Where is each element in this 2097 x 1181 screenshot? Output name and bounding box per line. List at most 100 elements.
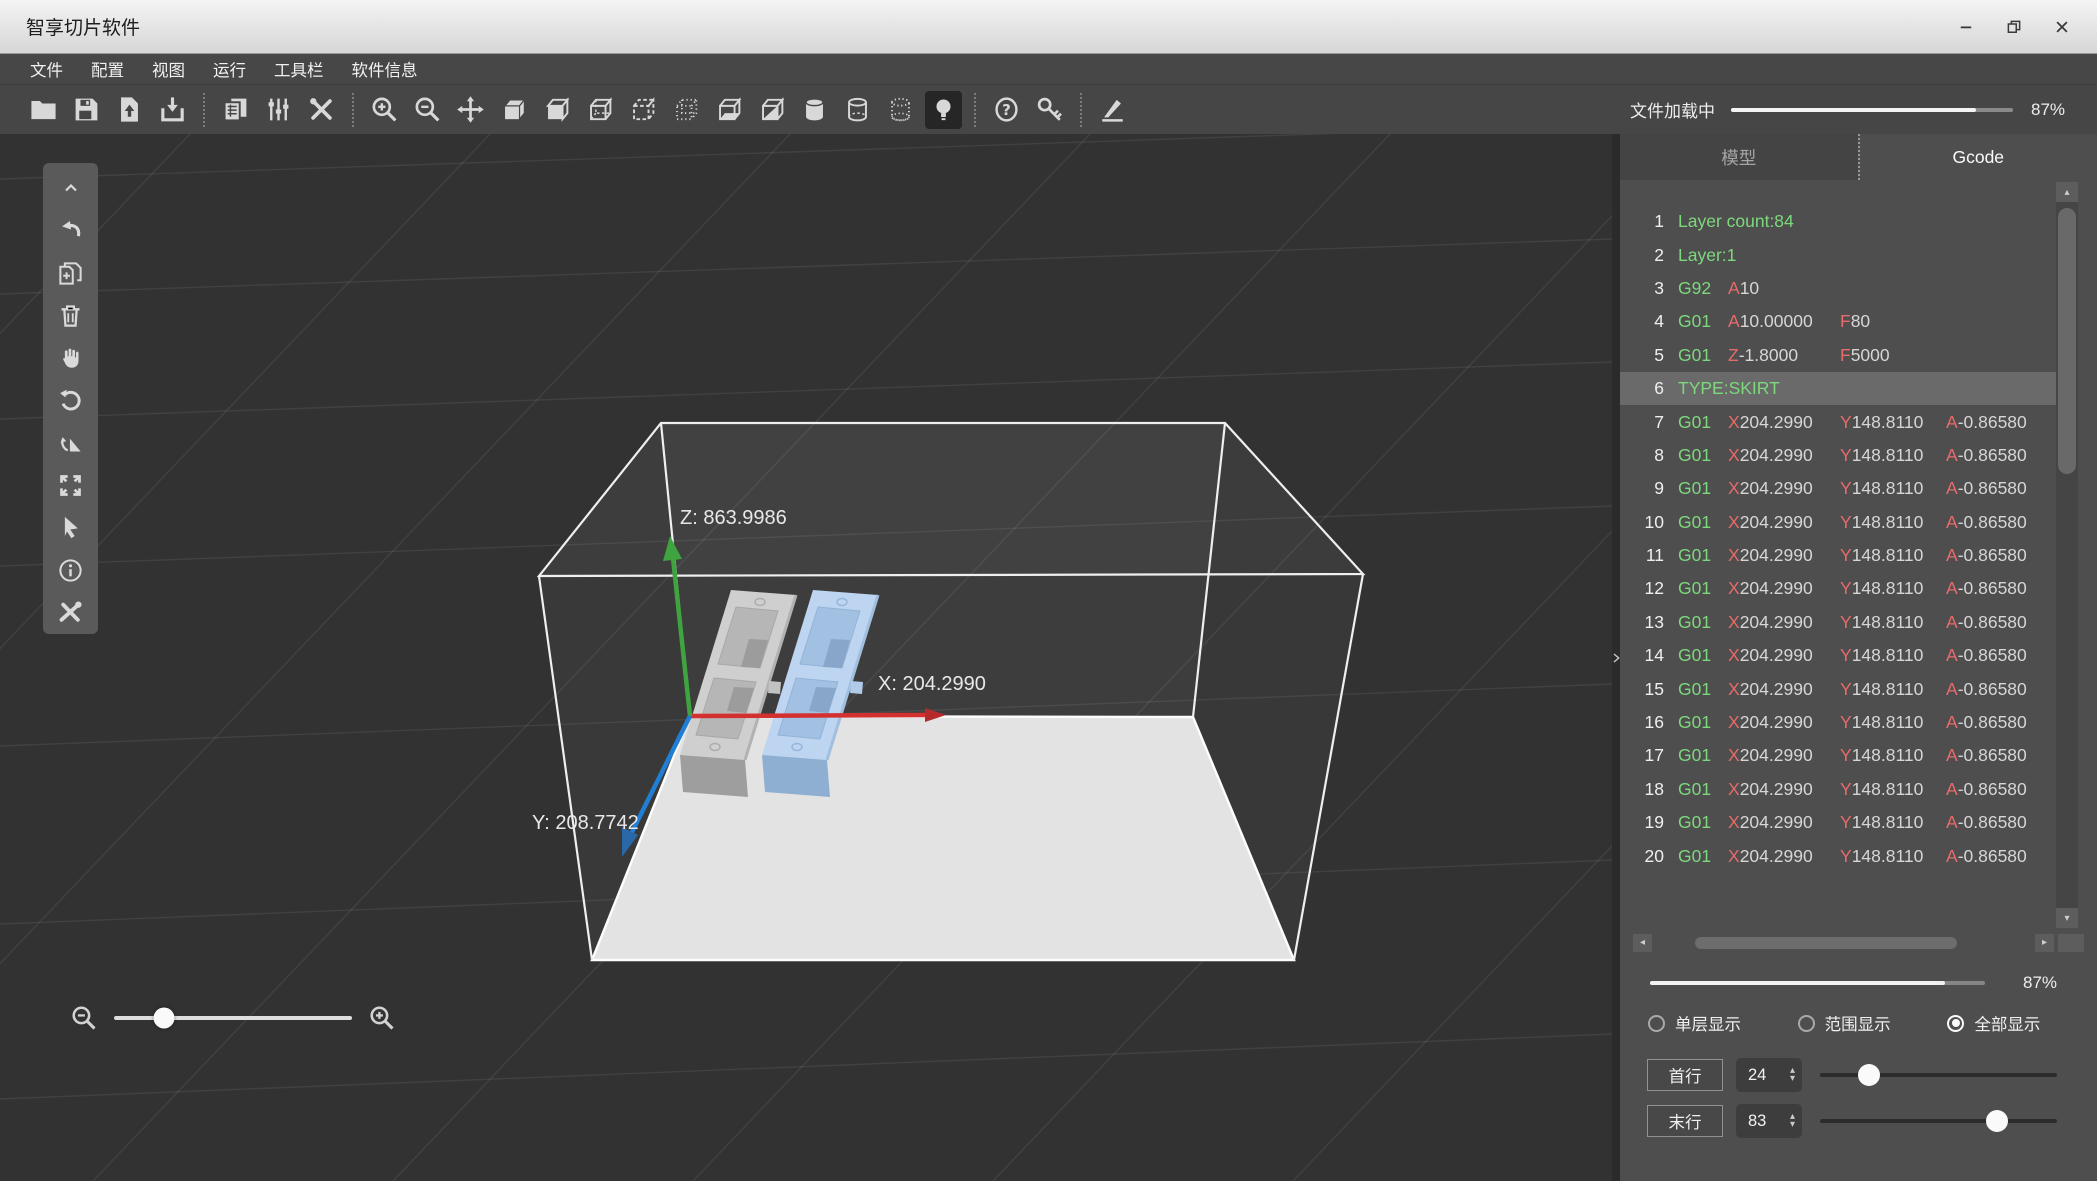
view-cube-half-icon[interactable] — [753, 91, 790, 129]
first-line-value[interactable]: 24 — [1748, 1066, 1790, 1085]
gcode-vscrollbar[interactable]: ▴ ▾ — [2056, 182, 2078, 928]
gcode-line-8[interactable]: 8G01X204.2990Y148.8110A-0.86580 — [1620, 439, 2056, 472]
undo-icon[interactable] — [49, 209, 92, 251]
zoom-out-icon[interactable] — [409, 91, 446, 129]
view-cube-dashed-2-icon[interactable] — [667, 91, 704, 129]
last-line-button[interactable]: 末行 — [1647, 1105, 1723, 1137]
last-line-slider[interactable] — [1820, 1111, 2057, 1131]
radio-circle-icon[interactable] — [1648, 1015, 1665, 1032]
menu-item-配置[interactable]: 配置 — [77, 54, 138, 84]
gcode-line-13[interactable]: 13G01X204.2990Y148.8110A-0.86580 — [1620, 606, 2056, 639]
first-line-button[interactable]: 首行 — [1647, 1059, 1723, 1091]
open-folder-icon[interactable] — [25, 91, 62, 129]
radio-circle-icon[interactable] — [1798, 1015, 1815, 1032]
rotate-icon[interactable] — [49, 379, 92, 421]
radio-单层显示[interactable]: 单层显示 — [1648, 1011, 1798, 1035]
first-line-spinner[interactable]: 24 ▴▾ — [1736, 1058, 1802, 1092]
gcode-token: G01 — [1678, 545, 1728, 566]
gcode-line-19[interactable]: 19G01X204.2990Y148.8110A-0.86580 — [1620, 806, 2056, 839]
gcode-hscrollbar[interactable]: ◂ ▸ — [1620, 933, 2097, 952]
gcode-line-9[interactable]: 9G01X204.2990Y148.8110A-0.86580 — [1620, 472, 2056, 505]
gcode-line-12[interactable]: 12G01X204.2990Y148.8110A-0.86580 — [1620, 572, 2056, 605]
radio-范围显示[interactable]: 范围显示 — [1798, 1011, 1948, 1035]
copy-model-icon[interactable] — [217, 91, 254, 129]
viewport-3d[interactable]: Z: 863.9986 X: 204.2990 Y: 208.7742 — [0, 134, 1612, 1181]
gcode-line-1[interactable]: 1Layer count:84 — [1620, 205, 2056, 238]
tab-gcode[interactable]: Gcode — [1858, 134, 2097, 180]
save-icon[interactable] — [68, 91, 105, 129]
view-cube-front-icon[interactable] — [538, 91, 575, 129]
gcode-line-5[interactable]: 5G01Z-1.8000F5000 — [1620, 339, 2056, 372]
menu-item-视图[interactable]: 视图 — [138, 54, 199, 84]
pen-icon[interactable] — [1094, 91, 1131, 129]
minimize-icon[interactable] — [1949, 10, 1983, 44]
view-cylinder-wire-icon[interactable] — [839, 91, 876, 129]
radio-全部显示[interactable]: 全部显示 — [1947, 1011, 2097, 1035]
hscroll-thumb[interactable] — [1695, 937, 1957, 949]
last-line-value[interactable]: 83 — [1748, 1112, 1790, 1131]
gcode-line-10[interactable]: 10G01X204.2990Y148.8110A-0.86580 — [1620, 506, 2056, 539]
repair-tools-icon[interactable] — [49, 592, 92, 634]
view-cube-dashed-icon[interactable] — [624, 91, 661, 129]
fit-view-icon[interactable] — [49, 464, 92, 506]
scroll-up-icon[interactable]: ▴ — [2056, 182, 2078, 202]
view-cylinder-icon[interactable] — [796, 91, 833, 129]
gcode-line-6[interactable]: 6TYPE:SKIRT — [1620, 372, 2056, 405]
add-model-icon[interactable] — [49, 252, 92, 294]
key-icon[interactable] — [1031, 91, 1068, 129]
scroll-right-icon[interactable]: ▸ — [2035, 934, 2054, 952]
param-sliders-icon[interactable] — [260, 91, 297, 129]
collapse-up-icon[interactable] — [49, 167, 92, 209]
first-line-slider[interactable] — [1820, 1065, 2057, 1085]
gcode-line-4[interactable]: 4G01A10.00000F80 — [1620, 305, 2056, 338]
view-cube-solid-icon[interactable] — [495, 91, 532, 129]
gcode-line-7[interactable]: 7G01X204.2990Y148.8110A-0.86580 — [1620, 405, 2056, 438]
scroll-down-icon[interactable]: ▾ — [2056, 908, 2078, 928]
first-line-slider-thumb[interactable] — [1858, 1064, 1880, 1086]
gcode-list[interactable]: 1Layer count:842Layer:13G92A104G01A10.00… — [1620, 180, 2056, 930]
menu-item-运行[interactable]: 运行 — [199, 54, 260, 84]
last-line-slider-thumb[interactable] — [1986, 1110, 2008, 1132]
radio-circle-icon[interactable] — [1947, 1015, 1964, 1032]
gcode-line-11[interactable]: 11G01X204.2990Y148.8110A-0.86580 — [1620, 539, 2056, 572]
close-icon[interactable] — [2045, 10, 2079, 44]
gcode-line-15[interactable]: 15G01X204.2990Y148.8110A-0.86580 — [1620, 672, 2056, 705]
view-cube-floor-icon[interactable] — [710, 91, 747, 129]
view-cylinder-dots-icon[interactable] — [882, 91, 919, 129]
mirror-scale-icon[interactable] — [49, 422, 92, 464]
view-cube-wire-icon[interactable] — [581, 91, 618, 129]
move-icon[interactable] — [452, 91, 489, 129]
menu-item-文件[interactable]: 文件 — [16, 54, 77, 84]
last-line-spinner[interactable]: 83 ▴▾ — [1736, 1104, 1802, 1138]
gcode-line-17[interactable]: 17G01X204.2990Y148.8110A-0.86580 — [1620, 739, 2056, 772]
gcode-line-14[interactable]: 14G01X204.2990Y148.8110A-0.86580 — [1620, 639, 2056, 672]
vscroll-thumb[interactable] — [2058, 208, 2076, 474]
delete-icon[interactable] — [49, 294, 92, 336]
menu-item-工具栏[interactable]: 工具栏 — [260, 54, 338, 84]
zoom-slider-thumb[interactable] — [153, 1008, 174, 1029]
restore-icon[interactable] — [1997, 10, 2031, 44]
spinner-arrows-icon[interactable]: ▴▾ — [1790, 1067, 1795, 1083]
export-file-icon[interactable] — [154, 91, 191, 129]
gcode-line-20[interactable]: 20G01X204.2990Y148.8110A-0.86580 — [1620, 839, 2056, 872]
info-icon[interactable] — [49, 549, 92, 591]
zoom-in-icon[interactable] — [368, 1004, 396, 1032]
menu-item-软件信息[interactable]: 软件信息 — [338, 54, 432, 84]
gcode-line-2[interactable]: 2Layer:1 — [1620, 238, 2056, 271]
tab-model[interactable]: 模型 — [1620, 134, 1858, 180]
hscroll-track[interactable] — [1657, 936, 2030, 950]
select-cursor-icon[interactable] — [49, 507, 92, 549]
pan-hand-icon[interactable] — [49, 337, 92, 379]
zoom-slider[interactable] — [114, 1016, 352, 1020]
light-bulb-icon[interactable] — [925, 91, 962, 129]
gcode-line-3[interactable]: 3G92A10 — [1620, 272, 2056, 305]
help-icon[interactable] — [988, 91, 1025, 129]
tools-icon[interactable] — [303, 91, 340, 129]
gcode-line-16[interactable]: 16G01X204.2990Y148.8110A-0.86580 — [1620, 706, 2056, 739]
zoom-in-icon[interactable] — [366, 91, 403, 129]
import-file-icon[interactable] — [111, 91, 148, 129]
gcode-line-18[interactable]: 18G01X204.2990Y148.8110A-0.86580 — [1620, 773, 2056, 806]
scroll-left-icon[interactable]: ◂ — [1633, 934, 1652, 952]
spinner-arrows-icon[interactable]: ▴▾ — [1790, 1113, 1795, 1129]
zoom-out-icon[interactable] — [70, 1004, 98, 1032]
